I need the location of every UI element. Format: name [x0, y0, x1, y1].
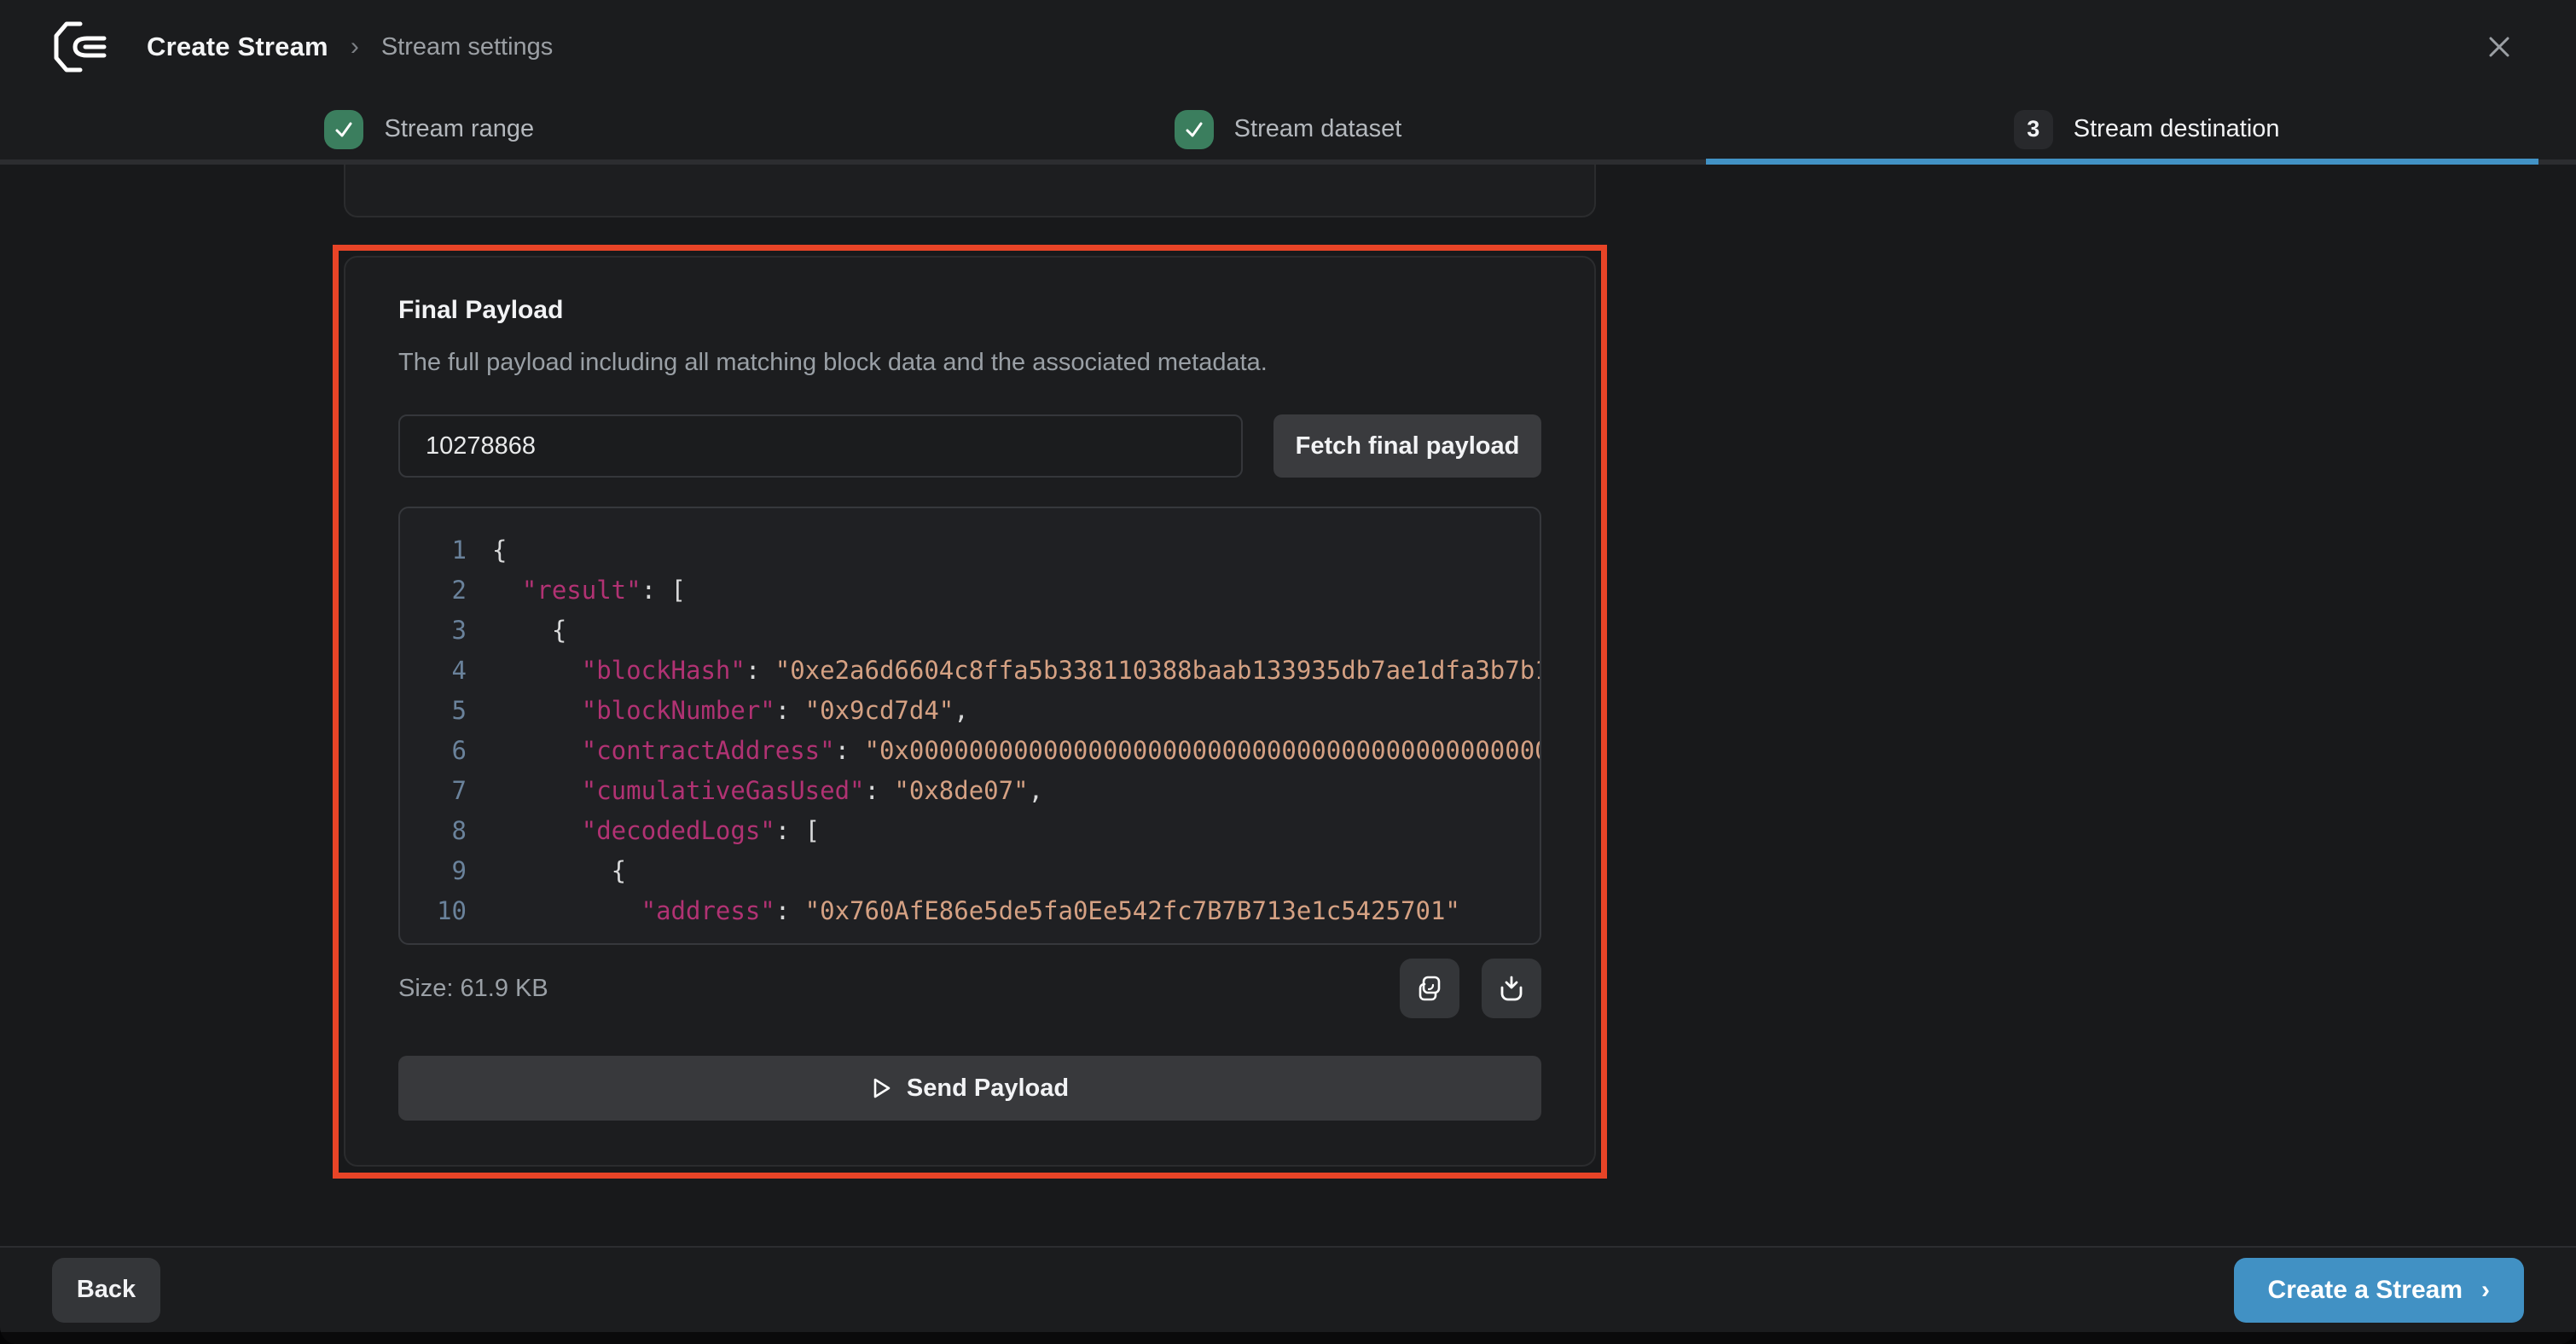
size-row: Size: 61.9 KB — [398, 959, 1541, 1018]
code-line: 7 "cumulativeGasUsed": "0x8de07", — [426, 771, 1540, 811]
send-payload-button[interactable]: Send Payload — [398, 1056, 1541, 1121]
code-line: 3 { — [426, 611, 1540, 651]
step-stream-dataset[interactable]: Stream dataset — [859, 94, 1718, 165]
play-icon — [871, 1076, 893, 1100]
code-line: 2 "result": [ — [426, 571, 1540, 611]
final-payload-card: Final Payload The full payload including… — [344, 256, 1596, 1167]
copy-icon — [1414, 973, 1445, 1004]
step-label: Stream dataset — [1234, 115, 1402, 143]
code-line: 4 "blockHash": "0xe2a6d6604c8ffa5b338110… — [426, 651, 1540, 691]
create-stream-button[interactable]: Create a Stream › — [2234, 1258, 2524, 1323]
close-button[interactable] — [2474, 21, 2525, 72]
payload-size-label: Size: 61.9 KB — [398, 975, 548, 1003]
section-title: Final Payload — [398, 295, 1541, 326]
check-icon — [324, 110, 363, 149]
active-step-underline — [1706, 159, 2538, 165]
send-payload-label: Send Payload — [907, 1075, 1069, 1103]
download-payload-button[interactable] — [1482, 959, 1541, 1018]
back-button[interactable]: Back — [52, 1258, 160, 1323]
section-description: The full payload including all matching … — [398, 348, 1541, 377]
window-bottom-edge — [0, 1332, 2576, 1344]
header: Create Stream › Stream settings — [0, 0, 2576, 94]
page-title: Create Stream — [147, 32, 328, 62]
create-stream-window: Create Stream › Stream settings Stream r… — [0, 0, 2576, 1344]
payload-code-editor[interactable]: 1{2 "result": [3 {4 "blockHash": "0xe2a6… — [398, 507, 1541, 945]
code-line: 6 "contractAddress": "0x0000000000000000… — [426, 731, 1540, 771]
code-line: 9 { — [426, 851, 1540, 891]
fetch-final-payload-button[interactable]: Fetch final payload — [1273, 414, 1541, 478]
code-line: 10 "address": "0x760AfE86e5de5fa0Ee542fc… — [426, 891, 1540, 931]
step-label: Stream destination — [2074, 115, 2280, 143]
breadcrumb-chevron-icon: › — [351, 32, 359, 61]
step-number-badge: 3 — [2014, 110, 2053, 149]
step-label: Stream range — [384, 115, 534, 143]
chevron-right-icon: › — [2481, 1276, 2490, 1305]
block-number-input[interactable] — [398, 414, 1243, 478]
breadcrumb: Stream settings — [381, 33, 553, 61]
footer: Back Create a Stream › — [0, 1246, 2576, 1332]
copy-payload-button[interactable] — [1400, 959, 1459, 1018]
quicknode-logo-icon — [51, 20, 125, 74]
step-stream-range[interactable]: Stream range — [0, 94, 859, 165]
stepper: Stream range Stream dataset 3 Stream des… — [0, 94, 2576, 165]
code-line: 5 "blockNumber": "0x9cd7d4", — [426, 691, 1540, 731]
check-icon — [1175, 110, 1214, 149]
close-icon — [2485, 32, 2514, 61]
step-stream-destination[interactable]: 3 Stream destination — [1717, 94, 2576, 165]
create-stream-label: Create a Stream — [2268, 1276, 2463, 1305]
code-line: 1{ — [426, 530, 1540, 571]
fetch-row: Fetch final payload — [398, 414, 1541, 478]
download-icon — [1496, 973, 1527, 1004]
code-line: 8 "decodedLogs": [ — [426, 811, 1540, 851]
